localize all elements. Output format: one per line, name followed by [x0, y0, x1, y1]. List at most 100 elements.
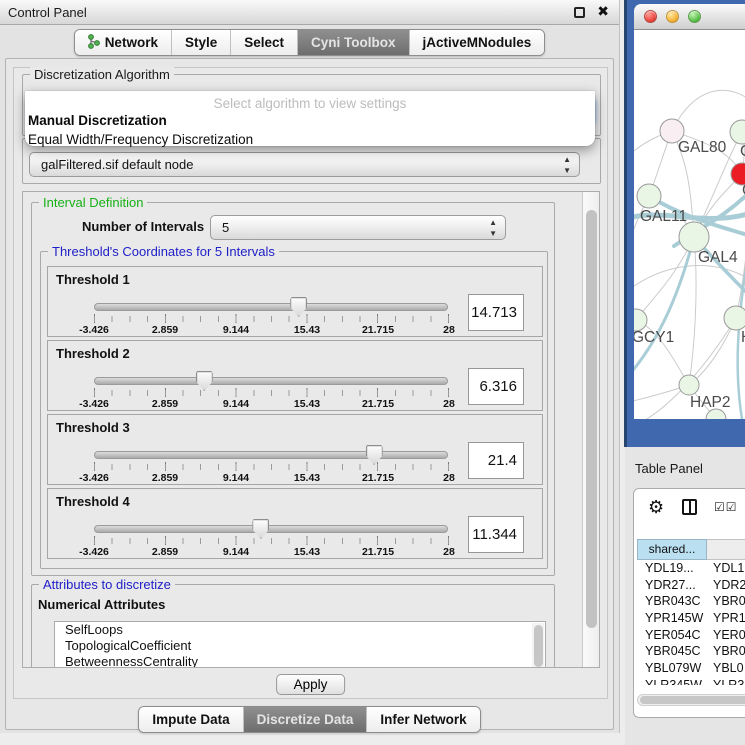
table-row[interactable]: YBR043CYBR0 [637, 593, 745, 610]
discretization-algorithm-group: Discretization Algorithm ▲▼ Select algor… [22, 74, 601, 136]
slider-minor-ticks [94, 390, 449, 396]
scrollbar-thumb[interactable] [586, 210, 597, 628]
threshold-1-label: Threshold 1 [56, 272, 130, 287]
algorithm-dropdown-popup: Select algorithm to view settings Manual… [25, 91, 595, 146]
threshold-2-label: Threshold 2 [56, 346, 130, 361]
control-panel-window: Control Panel ✖ Network Style Select [0, 0, 620, 733]
table-row[interactable]: YPR145WYPR1 [637, 610, 745, 627]
tab-cyni-toolbox[interactable]: Cyni Toolbox [297, 30, 409, 55]
cyni-toolbox-content: Discretization Algorithm ▲▼ Select algor… [5, 58, 614, 730]
interval-definition-label: Interval Definition [39, 195, 147, 210]
slider-track[interactable] [94, 525, 448, 533]
node-gal11[interactable] [637, 184, 661, 208]
table-row[interactable]: YDR27...YDR2 [637, 577, 745, 594]
thresholds-group: Threshold's Coordinates for 5 Intervals … [40, 251, 548, 569]
node-h[interactable] [724, 306, 745, 330]
threshold-1-value-field[interactable]: 14.713 [468, 294, 524, 331]
settings-vertical-scrollbar[interactable] [582, 192, 599, 667]
node-label-cut: H [741, 329, 745, 346]
network-view-window[interactable]: GAL80 GAL C GAL11 GAL4 GCY1 H HAP2 [624, 0, 745, 447]
numerical-attributes-label: Numerical Attributes [38, 597, 165, 612]
table-rows: YDL19...YDL1 YDR27...YDR2 YBR043CYBR0 YP… [637, 560, 745, 685]
threshold-4-slider[interactable] [94, 525, 448, 533]
list-item[interactable]: BetweennessCentrality [55, 654, 545, 668]
table-row[interactable]: YER054CYER0 [637, 627, 745, 644]
tab-infer-network[interactable]: Infer Network [366, 707, 479, 732]
numerical-attributes-list[interactable]: SelfLoops TopologicalCoefficient Between… [54, 621, 546, 668]
slider-track[interactable] [94, 451, 448, 459]
slider-track[interactable] [94, 377, 448, 385]
slider-minor-ticks [94, 538, 449, 544]
scrollbar-thumb[interactable] [640, 696, 745, 704]
node-label-gcy1: GCY1 [634, 329, 674, 346]
top-tab-bar: Network Style Select Cyni Toolbox jActiv… [74, 29, 546, 56]
thresholds-group-label: Threshold's Coordinates for 5 Intervals [48, 244, 279, 259]
table-panel: Table Panel ⚙ ☑☑ shared... n... YDL19...… [625, 447, 745, 745]
popup-option-manual-discretization[interactable]: Manual Discretization [25, 111, 595, 130]
popup-option-equal-width-frequency[interactable]: Equal Width/Frequency Discretization [25, 130, 595, 149]
close-icon[interactable]: ✖ [597, 3, 609, 20]
threshold-2-panel: Threshold 2 -3.426 2.859 9.144 [47, 340, 543, 411]
checkbox-columns-icon[interactable]: ☑☑ [714, 500, 738, 514]
node-top-right[interactable] [730, 120, 745, 144]
network-window-titlebar[interactable] [634, 4, 745, 30]
combo-arrows-icon: ▲▼ [489, 217, 497, 239]
number-of-intervals-label: Number of Intervals [82, 219, 204, 234]
node-label-gal4: GAL4 [698, 249, 738, 266]
network-graph: GAL80 GAL C GAL11 GAL4 GCY1 H HAP2 [634, 30, 745, 419]
tab-jactivemnodules[interactable]: jActiveMNodules [409, 30, 545, 55]
control-panel-titlebar: Control Panel ✖ [0, 0, 619, 25]
combo-arrows-icon: ▲▼ [563, 154, 571, 176]
table-card: ⚙ ☑☑ shared... n... YDL19...YDL1 YDR27..… [633, 488, 745, 718]
slider-scale-labels: -3.426 2.859 9.144 15.43 21.715 28 [94, 398, 449, 410]
threshold-4-value-field[interactable]: 11.344 [468, 516, 524, 553]
table-row[interactable]: YDL19...YDL1 [637, 560, 745, 577]
minimize-traffic-light[interactable] [666, 10, 679, 23]
node-label-hap2: HAP2 [690, 394, 731, 411]
number-of-intervals-combobox[interactable]: 5 ▲▼ [210, 215, 506, 240]
column-header-shared[interactable]: shared... [637, 539, 707, 560]
threshold-2-slider[interactable] [94, 377, 448, 385]
threshold-3-value-field[interactable]: 21.4 [468, 442, 524, 479]
table-row[interactable]: YLR345WYLR3 [637, 677, 745, 685]
attributes-group: Attributes to discretize Numerical Attri… [31, 584, 555, 668]
slider-track[interactable] [94, 303, 448, 311]
threshold-1-panel: Threshold 1 -3.426 2.859 9.144 [47, 266, 543, 337]
split-columns-icon[interactable] [682, 499, 697, 515]
tab-impute-data[interactable]: Impute Data [139, 707, 242, 732]
threshold-3-label: Threshold 3 [56, 420, 130, 435]
close-traffic-light[interactable] [644, 10, 657, 23]
apply-button[interactable]: Apply [276, 674, 346, 695]
list-scrollbar[interactable] [532, 623, 544, 668]
tab-style[interactable]: Style [171, 30, 230, 55]
node-gcy1[interactable] [634, 309, 647, 331]
network-icon [88, 34, 100, 52]
node-gal4[interactable] [679, 222, 709, 252]
node-label-gal80: GAL80 [678, 139, 727, 156]
slider-scale-labels: -3.426 2.859 9.144 15.43 21.715 28 [94, 472, 449, 484]
table-horizontal-scrollbar[interactable] [637, 694, 745, 706]
list-item[interactable]: TopologicalCoefficient [55, 638, 545, 654]
tab-discretize-data[interactable]: Discretize Data [243, 707, 367, 732]
settings-scroll-viewport: Interval Definition Number of Intervals … [22, 191, 600, 668]
threshold-4-panel: Threshold 4 -3.426 2.859 9.144 [47, 488, 543, 559]
threshold-3-slider[interactable] [94, 451, 448, 459]
network-canvas[interactable]: GAL80 GAL C GAL11 GAL4 GCY1 H HAP2 [634, 30, 745, 419]
node-hap2[interactable] [679, 375, 699, 395]
number-of-intervals-value: 5 [222, 220, 229, 235]
table-row[interactable]: YBR045CYBR0 [637, 643, 745, 660]
table-row[interactable]: YBL079WYBL0 [637, 660, 745, 677]
threshold-3-panel: Threshold 3 -3.426 2.859 9.144 [47, 414, 543, 485]
column-header-name[interactable]: n... [707, 539, 745, 560]
list-item[interactable]: SelfLoops [55, 622, 545, 638]
slider-scale-labels: -3.426 2.859 9.144 15.43 21.715 28 [94, 324, 449, 336]
threshold-2-value-field[interactable]: 6.316 [468, 368, 524, 405]
tab-network[interactable]: Network [75, 30, 171, 55]
discretize-form: Discretization Algorithm ▲▼ Select algor… [13, 67, 608, 699]
threshold-1-slider[interactable] [94, 303, 448, 311]
tab-select[interactable]: Select [230, 30, 297, 55]
table-data-combobox[interactable]: galFiltered.sif default node ▲▼ [29, 152, 580, 177]
float-window-icon[interactable] [574, 7, 585, 18]
gear-icon[interactable]: ⚙ [648, 497, 664, 518]
zoom-traffic-light[interactable] [688, 10, 701, 23]
